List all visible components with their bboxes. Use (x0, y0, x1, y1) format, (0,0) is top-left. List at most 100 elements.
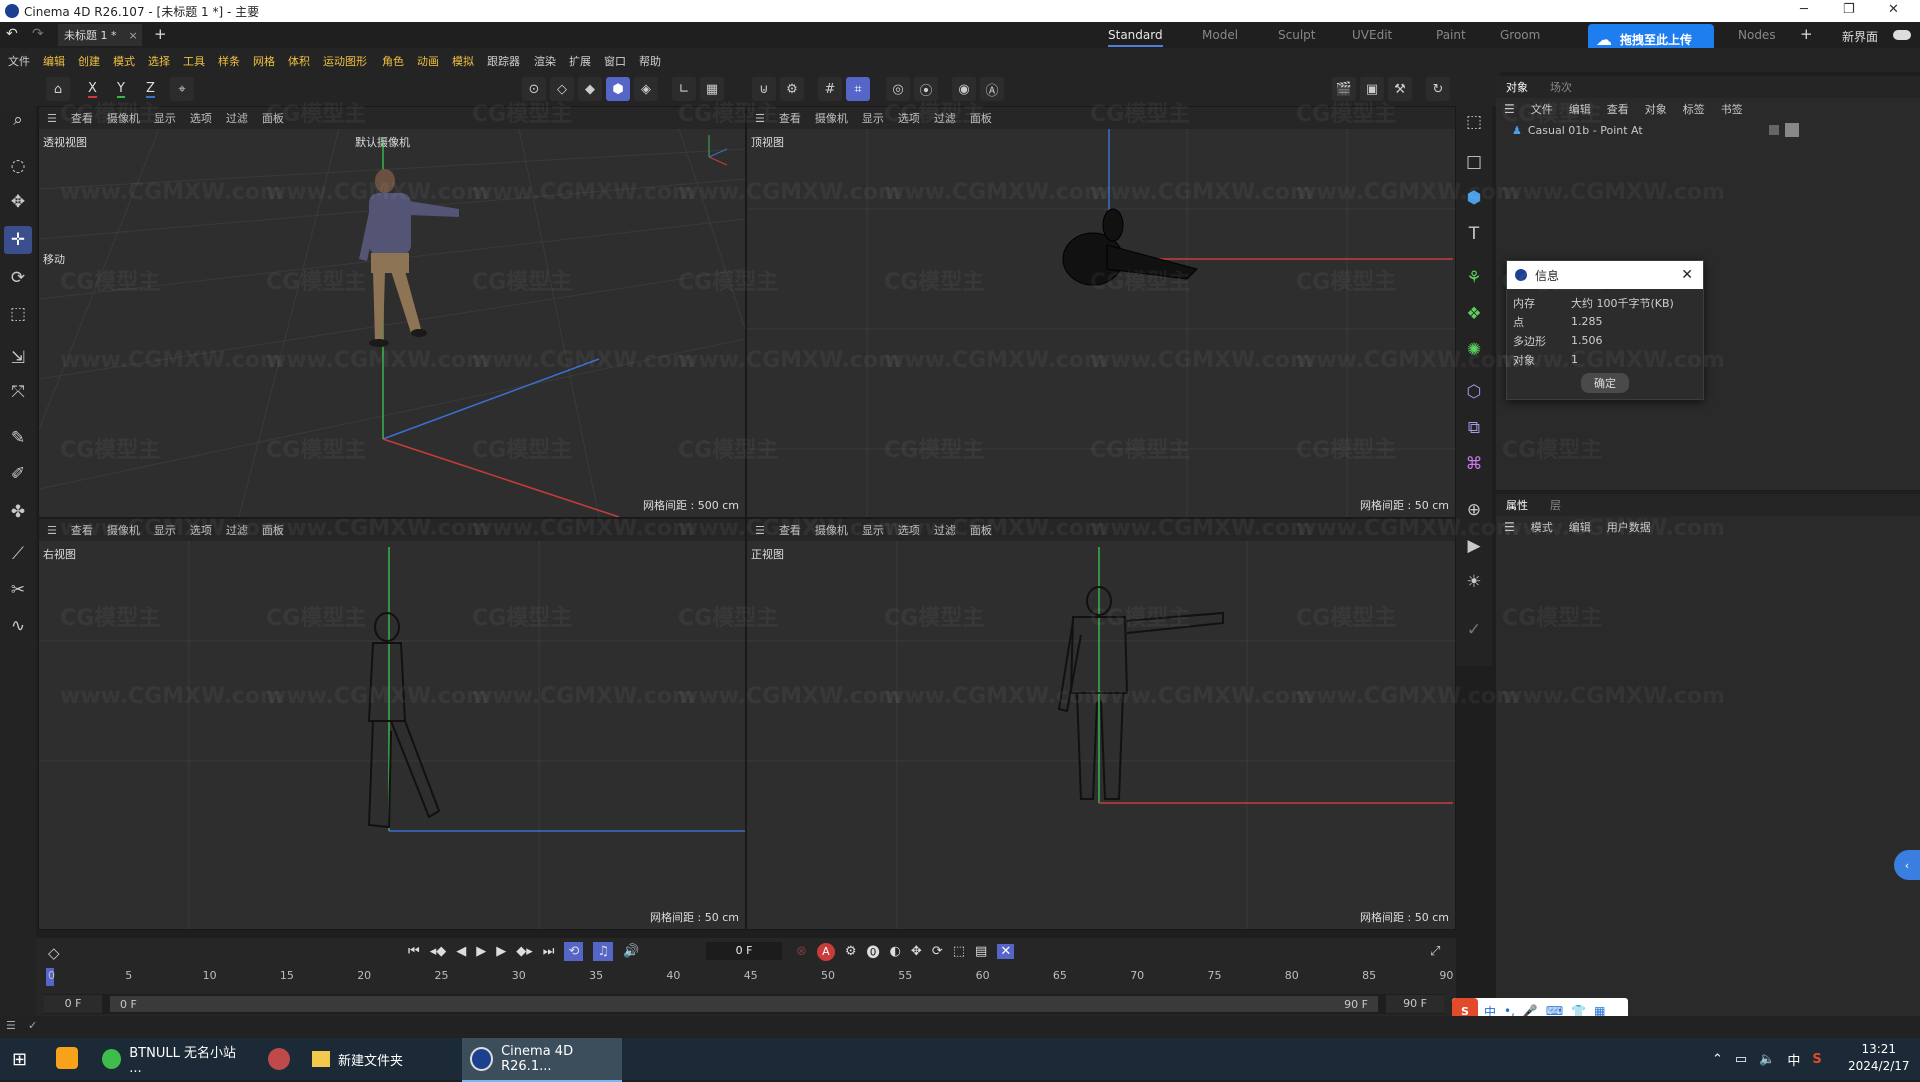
sketch-icon[interactable]: ✐ (4, 460, 32, 488)
viewport-menu-item[interactable]: 面板 (970, 522, 992, 538)
object-menu-item[interactable]: 标签 (1683, 101, 1705, 117)
lock-workplane-icon[interactable]: ◎ (886, 77, 910, 101)
redshift-icon[interactable]: ↻ (1426, 77, 1450, 101)
tab-layers[interactable]: 层 (1550, 497, 1561, 513)
square-icon[interactable]: □ (1460, 148, 1488, 176)
play-icon[interactable]: ▶ (476, 944, 486, 959)
points-mode-icon[interactable]: ⊙ (522, 77, 546, 101)
viewport-menu-item[interactable]: 显示 (862, 522, 884, 538)
enable-axis-icon[interactable]: ∟ (672, 77, 696, 101)
photo-app-icon[interactable] (268, 1048, 290, 1070)
hamburger-icon[interactable]: ☰ (47, 524, 57, 537)
next-frame-icon[interactable]: ▶ (496, 944, 506, 959)
viewport-menu-item[interactable]: 选项 (190, 522, 212, 538)
layout-tab-groom[interactable]: Groom (1500, 28, 1540, 42)
tab-attributes[interactable]: 属性 (1506, 497, 1528, 513)
tag-icon[interactable]: ✓ (1460, 616, 1488, 644)
object-menu-item[interactable]: 书签 (1721, 101, 1743, 117)
menu-item[interactable]: 选择 (148, 53, 170, 69)
hamburger-icon[interactable]: ☰ (1504, 102, 1515, 116)
minimize-button[interactable]: ─ (1800, 2, 1808, 17)
auto-icon[interactable]: Ⓐ (980, 77, 1004, 101)
viewport-menu-item[interactable]: 摄像机 (815, 110, 848, 126)
menu-item[interactable]: 跟踪器 (487, 53, 520, 69)
hamburger-icon[interactable]: ☰ (1504, 520, 1515, 534)
close-icon[interactable]: ✕ (1681, 267, 1693, 283)
object-menu-item[interactable]: 文件 (1531, 101, 1553, 117)
param-key-icon[interactable]: ▤ (975, 944, 987, 959)
rotation-key-icon[interactable]: ⟳ (932, 944, 943, 959)
viewport-menu-item[interactable]: 面板 (262, 110, 284, 126)
key-settings-icon[interactable]: ⚙ (845, 944, 857, 959)
viewport-menu-item[interactable]: 面板 (262, 522, 284, 538)
keyframe-icon[interactable]: ◇ (48, 944, 60, 962)
spline-pen-icon[interactable]: ✎ (4, 424, 32, 452)
attribute-menu-item[interactable]: 编辑 (1569, 519, 1591, 535)
tweak-icon[interactable]: ▦ (700, 77, 724, 101)
layout-tab-nodes[interactable]: Nodes (1738, 28, 1776, 42)
object-menu-item[interactable]: 查看 (1607, 101, 1629, 117)
menu-item[interactable]: 扩展 (569, 53, 591, 69)
viewport-menu-item[interactable]: 选项 (190, 110, 212, 126)
polygons-mode-icon[interactable]: ◆ (578, 77, 602, 101)
magnet-icon[interactable]: ⊍ (752, 77, 776, 101)
ok-button[interactable]: 确定 (1581, 373, 1629, 393)
menu-item[interactable]: 模式 (113, 53, 135, 69)
viewport-menu-item[interactable]: 摄像机 (107, 110, 140, 126)
menu-item[interactable]: 编辑 (43, 53, 65, 69)
menu-item[interactable]: 渲染 (534, 53, 556, 69)
taskbar-item-cinema4d[interactable]: Cinema 4D R26.1... (462, 1038, 622, 1082)
workplane-icon[interactable]: ⌗ (846, 77, 870, 101)
undo-icon[interactable]: ↶ (6, 26, 18, 42)
object-menu-item[interactable]: 对象 (1645, 101, 1667, 117)
cube-icon[interactable]: ⬢ (1460, 184, 1488, 212)
sound-icon[interactable]: 🔊 (623, 944, 639, 959)
attribute-menu-item[interactable]: 模式 (1531, 519, 1553, 535)
render-settings-icon[interactable]: ⚒ (1388, 77, 1412, 101)
menu-item[interactable]: 工具 (183, 53, 205, 69)
menu-item[interactable]: 创建 (78, 53, 100, 69)
range-slider[interactable]: 0 F 90 F (110, 996, 1378, 1012)
position-key-icon[interactable]: ✥ (911, 944, 922, 959)
menu-item[interactable]: 运动图形 (323, 53, 367, 69)
redo-icon[interactable]: ↷ (32, 26, 44, 42)
start-frame-field[interactable]: 0 F (44, 995, 102, 1013)
brush-icon[interactable]: ⟋ (4, 540, 32, 568)
viewport-menu-item[interactable]: 查看 (779, 110, 801, 126)
prev-key-icon[interactable]: ◂◆ (430, 944, 447, 959)
render-view-icon[interactable]: ▣ (1360, 77, 1384, 101)
tab-takes[interactable]: 场次 (1550, 79, 1572, 95)
null-icon[interactable]: ⧉ (1460, 414, 1488, 442)
hamburger-icon[interactable]: ☰ (755, 112, 765, 125)
f-curve-icon[interactable]: ⤢ (1430, 944, 1440, 959)
deformer-icon[interactable]: ✺ (1460, 336, 1488, 364)
select-tools-icon[interactable]: ✥ (4, 188, 32, 216)
viewport-menu-item[interactable]: 面板 (970, 110, 992, 126)
gear-icon[interactable]: ⚙ (780, 77, 804, 101)
new-tab-button[interactable]: + (154, 25, 167, 43)
hamburger-icon[interactable]: ☰ (755, 524, 765, 537)
viewport-front[interactable]: ☰ 查看 摄像机 显示 选项 过滤 面板 正视图 网格间距 : 50 cm (746, 518, 1456, 930)
taskbar-item-folder[interactable]: 新建文件夹 (306, 1038, 456, 1080)
keyframe-record-icon[interactable]: ⓿ (867, 942, 880, 961)
viewport-menu-item[interactable]: 显示 (862, 110, 884, 126)
attribute-menu-item[interactable]: 用户数据 (1607, 519, 1651, 535)
viewport-menu-item[interactable]: 过滤 (226, 110, 248, 126)
viewport-right[interactable]: ☰ 查看 摄像机 显示 选项 过滤 面板 右视图 网格间距 : 50 cm (38, 518, 746, 930)
viewport-menu-item[interactable]: 过滤 (934, 110, 956, 126)
axis-z-toggle[interactable]: Z (146, 81, 155, 98)
viewport-menu-item[interactable]: 查看 (71, 110, 93, 126)
go-start-icon[interactable]: ⏮ (408, 944, 420, 959)
object-row[interactable]: ♟ Casual 01b - Point At (1496, 120, 1920, 140)
environment-icon[interactable]: ⊕ (1460, 496, 1488, 524)
volume-icon[interactable]: 🔈 (1759, 1052, 1775, 1067)
light-icon[interactable]: ☀ (1460, 568, 1488, 596)
collapse-panel-icon[interactable]: ‹ (1894, 850, 1920, 880)
viewport-menu-item[interactable]: 显示 (154, 522, 176, 538)
hamburger-icon[interactable]: ☰ (6, 1019, 16, 1032)
scale-tool-icon[interactable]: ⬚ (4, 300, 32, 328)
chevron-up-icon[interactable]: ⌃ (1712, 1052, 1723, 1067)
menu-item[interactable]: 体积 (288, 53, 310, 69)
ime-lang[interactable]: 中 (1787, 1050, 1800, 1069)
cube-outline-icon[interactable]: ⬚ (1460, 108, 1488, 136)
